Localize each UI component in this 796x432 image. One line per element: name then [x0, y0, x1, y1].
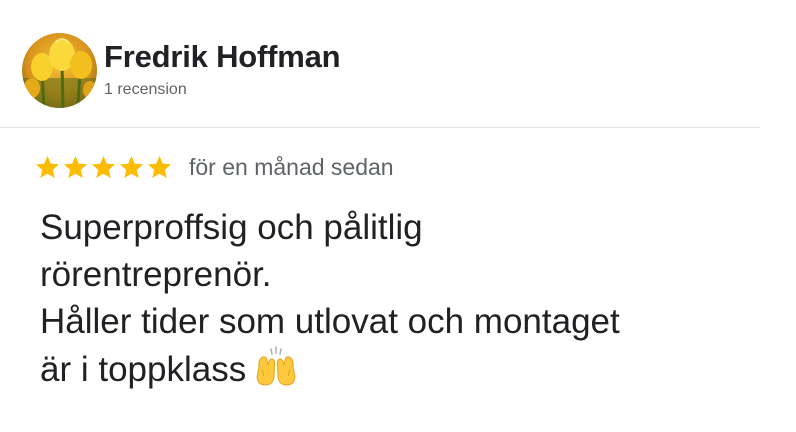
review-card: Fredrik Hoffman 1 recension för en månad… — [0, 0, 796, 432]
tulip-photo-avatar-icon — [22, 33, 97, 108]
review-text-line: Håller tider som utlovat och montaget — [40, 302, 620, 341]
review-text-line-last: är i toppklass — [40, 345, 760, 393]
review-text: Superproffsig och pålitlig rörentreprenö… — [40, 204, 760, 393]
reviewer-name[interactable]: Fredrik Hoffman — [104, 39, 341, 75]
review-text-line: Superproffsig och pålitlig — [40, 208, 423, 247]
star-icon — [119, 155, 144, 178]
star-icon — [35, 155, 60, 178]
reviewer-header: Fredrik Hoffman 1 recension — [22, 31, 742, 108]
raising-hands-icon — [254, 345, 298, 387]
review-date: för en månad sedan — [189, 153, 394, 180]
star-rating — [34, 154, 173, 181]
review-count: 1 recension — [104, 81, 187, 98]
star-icon — [91, 155, 116, 178]
review-meta: för en månad sedan — [34, 151, 394, 183]
avatar[interactable] — [22, 33, 97, 108]
star-icon — [147, 155, 172, 178]
divider — [0, 127, 760, 128]
review-text-line: rörentreprenör. — [40, 255, 272, 294]
review-text-last-words: är i toppklass — [40, 350, 247, 389]
star-icon — [63, 155, 88, 178]
